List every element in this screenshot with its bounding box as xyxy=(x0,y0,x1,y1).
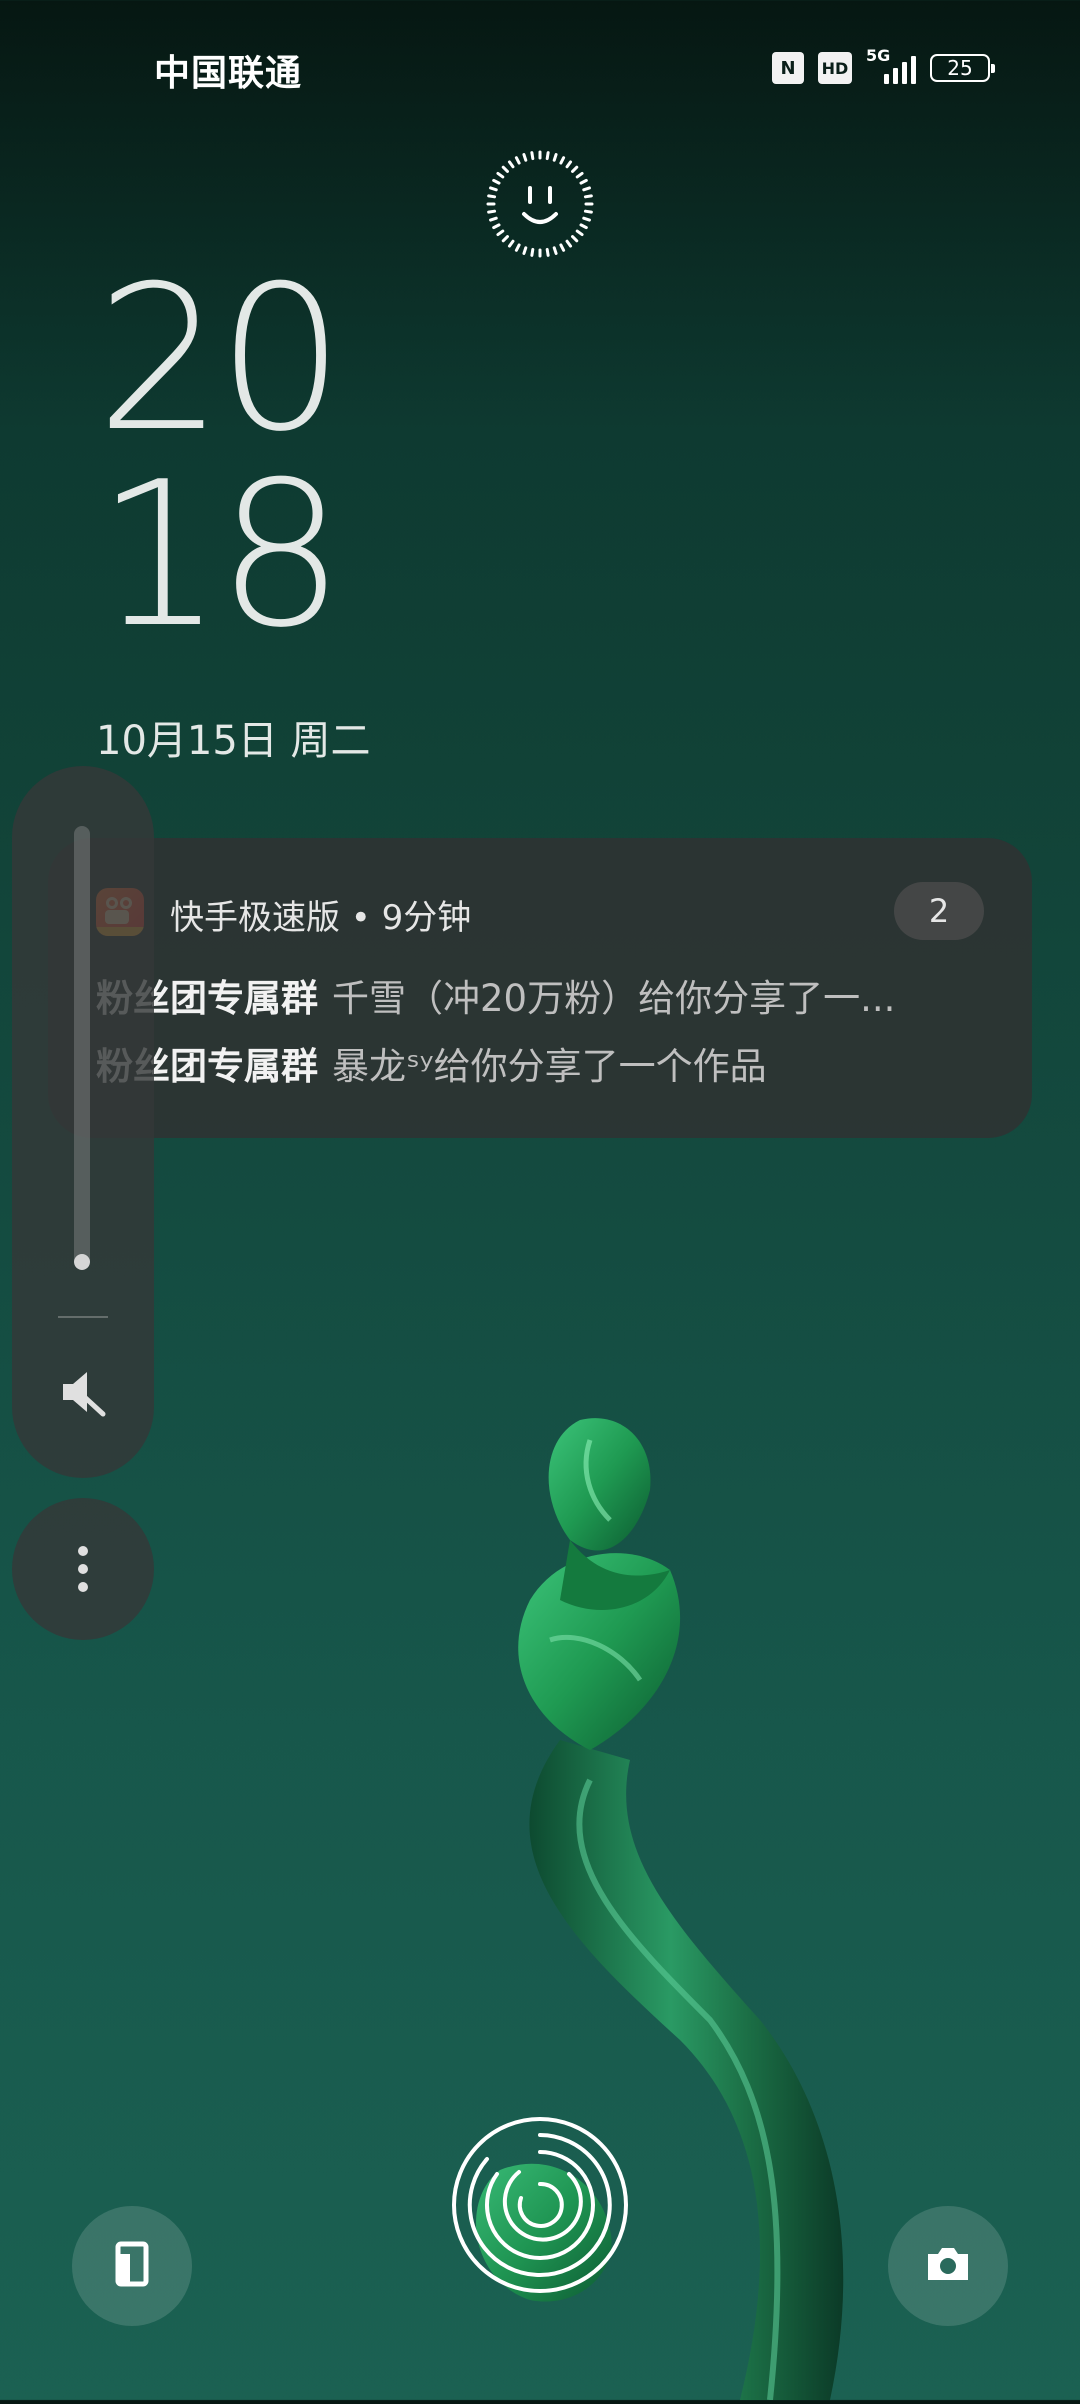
status-bar: 中国联通 N HD 5G 25 xyxy=(0,0,1080,130)
volume-more-button[interactable] xyxy=(12,1498,154,1640)
more-vertical-icon xyxy=(76,1544,90,1594)
notification-message: 粉丝团专属群 暴龙ˢʸ给你分享了一个作品 xyxy=(96,1036,996,1090)
notification-header: 快手极速版 • 9分钟 xyxy=(170,898,472,938)
notification-message-text: 暴龙ˢʸ给你分享了一个作品 xyxy=(332,1045,767,1088)
volume-panel xyxy=(12,766,154,1478)
hd-voice-icon: HD xyxy=(818,52,852,84)
nfc-icon: N xyxy=(772,52,804,84)
fingerprint-icon[interactable] xyxy=(449,2114,631,2296)
volume-slider[interactable] xyxy=(74,826,90,1270)
network-type-label: 5G xyxy=(866,46,891,65)
lock-date: 10月15日 周二 xyxy=(96,718,371,764)
battery-icon: 25 xyxy=(930,54,995,82)
notification-message: 粉丝团专属群 千雪（冲20万粉）给你分享了一... xyxy=(96,968,996,1022)
lock-clock: 20 18 xyxy=(96,243,456,672)
speaker-mute-icon[interactable] xyxy=(57,1366,109,1418)
notification-message-text: 千雪（冲20万粉）给你分享了一... xyxy=(332,977,896,1020)
clock-hours: 20 xyxy=(96,243,345,476)
camera-icon xyxy=(924,2244,972,2288)
notification-count-badge[interactable]: 2 xyxy=(894,882,984,940)
carrier-name: 中国联通 xyxy=(154,53,303,94)
face-unlock-icon xyxy=(486,150,594,258)
volume-divider xyxy=(58,1316,108,1318)
volume-slider-fill xyxy=(74,1254,90,1270)
clock-minutes: 18 xyxy=(96,439,345,672)
status-icons: N HD 5G 25 xyxy=(772,46,995,88)
camera-button[interactable] xyxy=(888,2206,1008,2326)
wallet-icon xyxy=(110,2240,154,2292)
notification-card[interactable]: 快手极速版 • 9分钟 2 粉丝团专属群 千雪（冲20万粉）给你分享了一... 粉… xyxy=(48,838,1032,1138)
wallet-button[interactable] xyxy=(72,2206,192,2326)
signal-bars-icon: 5G xyxy=(866,46,916,84)
battery-level: 25 xyxy=(947,56,973,80)
